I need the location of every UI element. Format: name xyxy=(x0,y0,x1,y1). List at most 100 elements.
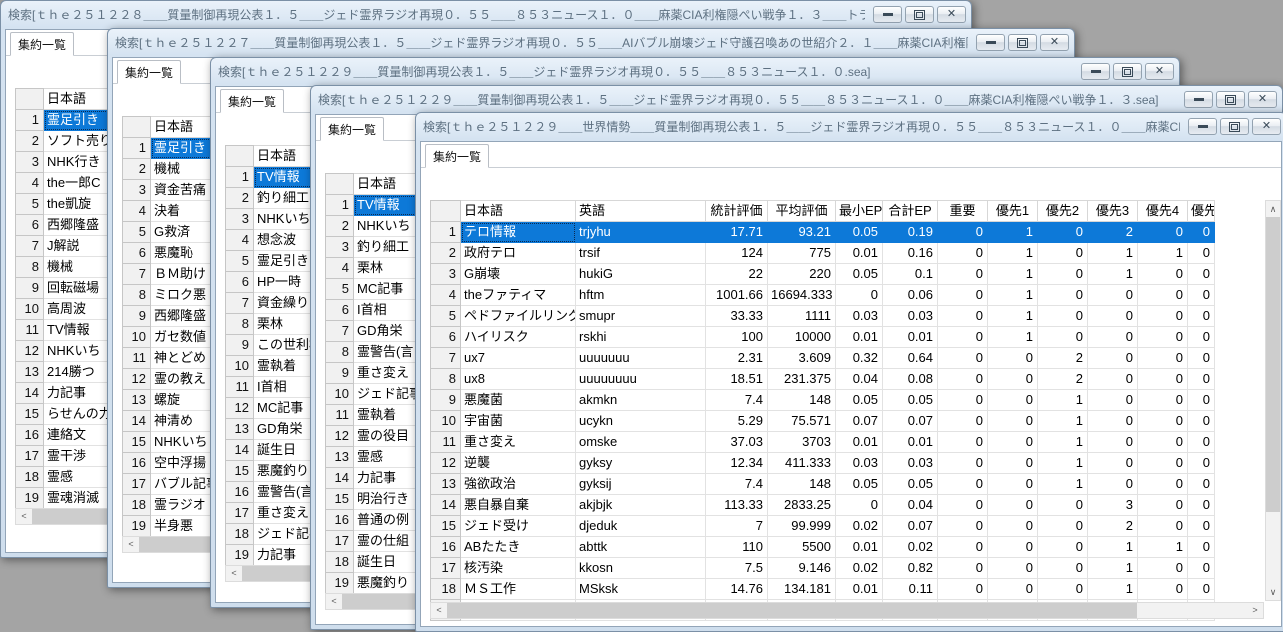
cell-japanese[interactable]: 宇宙菌 xyxy=(461,411,576,432)
cell-value[interactable]: 1 xyxy=(988,243,1038,264)
cell-value[interactable]: 1 xyxy=(988,222,1038,243)
cell-value[interactable]: 0 xyxy=(988,432,1038,453)
row-number[interactable]: 17 xyxy=(123,474,151,495)
row-number[interactable]: 4 xyxy=(226,230,254,251)
row-number[interactable]: 6 xyxy=(16,215,44,236)
cell-japanese[interactable]: テロ情報 xyxy=(461,222,576,243)
cell-value[interactable]: 0.01 xyxy=(836,243,883,264)
column-header[interactable]: 英語 xyxy=(576,201,706,222)
cell-value[interactable]: 0 xyxy=(1188,348,1215,369)
cell-value[interactable]: 0 xyxy=(938,495,988,516)
row-number[interactable]: 12 xyxy=(123,369,151,390)
cell-value[interactable]: 0 xyxy=(1138,516,1188,537)
cell-value[interactable]: 0 xyxy=(1138,411,1188,432)
cell-value[interactable]: 0.06 xyxy=(883,285,938,306)
cell-value[interactable]: 0 xyxy=(1188,495,1215,516)
close-button[interactable]: ✕ xyxy=(937,6,966,23)
titlebar[interactable]: 検索[ｔｈｅ２５１２２７＿＿質量制御再現公表１．５＿＿ジェド霊界ラジオ再現０．５… xyxy=(108,29,1074,54)
cell-value[interactable]: 1 xyxy=(1088,558,1138,579)
column-header[interactable]: 重要 xyxy=(938,201,988,222)
row-number[interactable]: 2 xyxy=(16,131,44,152)
cell-value[interactable]: 0 xyxy=(1188,222,1215,243)
cell-value[interactable]: 0.02 xyxy=(836,558,883,579)
cell-english[interactable]: uuuuuuu xyxy=(576,348,706,369)
cell-japanese[interactable]: 政府テロ xyxy=(461,243,576,264)
hscroll-track[interactable] xyxy=(1137,603,1247,618)
cell-value[interactable]: 0.64 xyxy=(883,348,938,369)
cell-value[interactable]: 0 xyxy=(1138,306,1188,327)
cell-japanese[interactable]: ＭＳ工作 xyxy=(461,579,576,600)
scroll-left-button[interactable]: < xyxy=(431,603,447,618)
cell-japanese[interactable]: 悪魔菌 xyxy=(461,390,576,411)
cell-english[interactable]: smupr xyxy=(576,306,706,327)
minimize-button[interactable] xyxy=(1081,63,1110,80)
cell-value[interactable]: 0 xyxy=(1138,264,1188,285)
cell-value[interactable]: 0 xyxy=(938,474,988,495)
horizontal-scrollbar[interactable]: <> xyxy=(430,602,1264,619)
cell-value[interactable]: 0 xyxy=(988,495,1038,516)
cell-value[interactable]: 0 xyxy=(938,390,988,411)
cell-value[interactable]: 0 xyxy=(938,579,988,600)
row-number[interactable]: 5 xyxy=(431,306,461,327)
cell-value[interactable]: 0 xyxy=(988,369,1038,390)
row-number[interactable]: 7 xyxy=(226,293,254,314)
cell-value[interactable]: 0.19 xyxy=(883,222,938,243)
row-number[interactable]: 1 xyxy=(326,195,354,216)
row-number[interactable]: 4 xyxy=(123,201,151,222)
cell-value[interactable]: 0.82 xyxy=(883,558,938,579)
scroll-right-button[interactable]: > xyxy=(1247,603,1263,618)
cell-value[interactable]: 0.03 xyxy=(883,306,938,327)
cell-value[interactable]: 0 xyxy=(1188,453,1215,474)
cell-value[interactable]: 411.333 xyxy=(768,453,836,474)
row-number[interactable]: 16 xyxy=(123,453,151,474)
cell-value[interactable]: 2833.25 xyxy=(768,495,836,516)
cell-value[interactable]: 0 xyxy=(1188,474,1215,495)
cell-value[interactable]: 0 xyxy=(988,537,1038,558)
row-number[interactable]: 19 xyxy=(16,488,44,509)
cell-value[interactable]: 5500 xyxy=(768,537,836,558)
maximize-button[interactable] xyxy=(1113,63,1142,80)
cell-value[interactable]: 33.33 xyxy=(706,306,768,327)
cell-value[interactable]: 0.02 xyxy=(883,537,938,558)
row-number[interactable]: 3 xyxy=(123,180,151,201)
row-number[interactable]: 8 xyxy=(326,342,354,363)
cell-english[interactable]: gyksij xyxy=(576,474,706,495)
row-number[interactable]: 16 xyxy=(226,482,254,503)
row-number[interactable]: 16 xyxy=(16,425,44,446)
cell-value[interactable]: 0 xyxy=(1088,411,1138,432)
row-number[interactable]: 9 xyxy=(431,390,461,411)
cell-value[interactable]: 775 xyxy=(768,243,836,264)
row-number[interactable]: 15 xyxy=(16,404,44,425)
cell-value[interactable]: 1 xyxy=(1038,474,1088,495)
cell-value[interactable]: 0 xyxy=(1138,432,1188,453)
cell-value[interactable]: 0 xyxy=(1088,369,1138,390)
cell-value[interactable]: 0 xyxy=(1038,285,1088,306)
scroll-left-button[interactable]: < xyxy=(16,509,32,524)
cell-value[interactable]: 0.02 xyxy=(836,516,883,537)
cell-value[interactable]: 100 xyxy=(706,327,768,348)
cell-value[interactable]: 1 xyxy=(1088,537,1138,558)
row-number[interactable]: 17 xyxy=(16,446,44,467)
cell-value[interactable]: 0.01 xyxy=(836,327,883,348)
cell-value[interactable]: 3703 xyxy=(768,432,836,453)
row-number[interactable]: 16 xyxy=(431,537,461,558)
cell-japanese[interactable]: ABたたき xyxy=(461,537,576,558)
row-number[interactable]: 6 xyxy=(123,243,151,264)
row-number[interactable]: 18 xyxy=(16,467,44,488)
maximize-button[interactable] xyxy=(905,6,934,23)
cell-value[interactable]: 2.31 xyxy=(706,348,768,369)
minimize-button[interactable] xyxy=(1184,91,1213,108)
cell-value[interactable]: 0.05 xyxy=(883,474,938,495)
row-number[interactable]: 11 xyxy=(123,348,151,369)
cell-value[interactable]: 0 xyxy=(1188,327,1215,348)
cell-value[interactable]: 0.01 xyxy=(836,432,883,453)
cell-english[interactable]: trsif xyxy=(576,243,706,264)
cell-value[interactable]: 0.03 xyxy=(836,453,883,474)
cell-value[interactable]: 0 xyxy=(1138,495,1188,516)
row-number[interactable]: 5 xyxy=(326,279,354,300)
cell-value[interactable]: 0 xyxy=(988,558,1038,579)
cell-value[interactable]: 220 xyxy=(768,264,836,285)
row-number[interactable]: 19 xyxy=(326,573,354,594)
row-number[interactable]: 13 xyxy=(431,474,461,495)
cell-value[interactable]: 0.07 xyxy=(883,516,938,537)
